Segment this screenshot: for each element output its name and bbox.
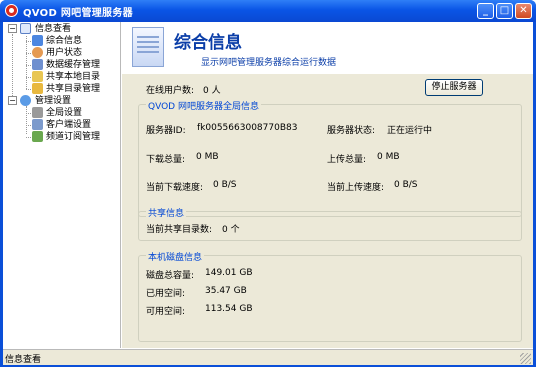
cache-icon bbox=[32, 59, 43, 70]
close-button[interactable]: ✕ bbox=[515, 3, 532, 19]
page-header: 综合信息 显示网吧管理服务器综合运行数据 bbox=[122, 22, 533, 74]
collapse-toggle-icon[interactable]: − bbox=[8, 24, 17, 33]
share-folder-icon bbox=[32, 71, 43, 82]
group-title: 本机磁盘信息 bbox=[146, 250, 205, 263]
tree-item-overview[interactable]: 综合信息 bbox=[26, 35, 119, 47]
tree-item-label: 综合信息 bbox=[46, 36, 83, 46]
server-status-value: 正在运行中 bbox=[387, 126, 433, 136]
share-dir-count-value: 0 个 bbox=[222, 225, 240, 235]
disk-free-value: 113.54 GB bbox=[205, 304, 253, 314]
online-users-value: 0 人 bbox=[203, 86, 221, 96]
collapse-toggle-icon[interactable]: − bbox=[8, 96, 17, 105]
stop-server-button[interactable]: 停止服务器 bbox=[425, 79, 483, 96]
server-id-value: fk0055663008770B83 bbox=[197, 123, 298, 133]
channel-icon bbox=[32, 131, 43, 142]
document-icon bbox=[20, 23, 31, 34]
disk-total-label: 磁盘总容量: bbox=[146, 271, 195, 281]
tree-item-global-settings[interactable]: 全局设置 bbox=[26, 107, 119, 119]
minimize-button[interactable]: _ bbox=[477, 3, 494, 19]
disk-used-value: 35.47 GB bbox=[205, 286, 247, 296]
tree-item-label: 全局设置 bbox=[46, 108, 83, 118]
tree-node-label: 信息查看 bbox=[35, 24, 72, 34]
app-window: QVOD 网吧管理服务器 _ □ ✕ − 信息查看 综合信息 用户状态 数据缓存… bbox=[0, 0, 536, 367]
share-info-group: 共享信息 当前共享目录数: 0 个 bbox=[138, 206, 522, 241]
tree-item-channel-subscription[interactable]: 频道订阅管理 bbox=[26, 131, 119, 143]
page-subtitle: 显示网吧管理服务器综合运行数据 bbox=[201, 58, 337, 68]
upload-speed-value: 0 B/S bbox=[394, 180, 418, 190]
server-status-label: 服务器状态: bbox=[327, 126, 376, 136]
share-dir-count-label: 当前共享目录数: bbox=[146, 225, 213, 235]
app-logo-icon bbox=[5, 4, 18, 17]
document-icon bbox=[132, 27, 164, 67]
window-title: QVOD 网吧管理服务器 bbox=[23, 8, 133, 19]
disk-total-value: 149.01 GB bbox=[205, 268, 253, 278]
tree-item-share-local-dir[interactable]: 共享本地目录 bbox=[26, 71, 119, 83]
info-icon bbox=[32, 35, 43, 46]
user-icon bbox=[32, 47, 43, 58]
tree-item-label: 用户状态 bbox=[46, 48, 83, 58]
group-title: 共享信息 bbox=[146, 206, 187, 219]
upload-total-value: 0 MB bbox=[377, 152, 400, 162]
tree-item-user-status[interactable]: 用户状态 bbox=[26, 47, 119, 59]
navigation-tree[interactable]: − 信息查看 综合信息 用户状态 数据缓存管理 共享本地目录 共享目录管理 − … bbox=[3, 22, 121, 348]
tree-item-cache-management[interactable]: 数据缓存管理 bbox=[26, 59, 119, 71]
tree-node-label: 管理设置 bbox=[35, 96, 72, 106]
status-text: 信息查看 bbox=[5, 355, 42, 365]
maximize-button[interactable]: □ bbox=[496, 3, 513, 19]
tree-item-share-dir-management[interactable]: 共享目录管理 bbox=[26, 83, 119, 95]
folder-icon bbox=[32, 83, 43, 94]
status-bar: 信息查看 bbox=[3, 349, 533, 365]
group-title: QVOD 网吧服务器全局信息 bbox=[146, 99, 261, 112]
page-title: 综合信息 bbox=[174, 33, 242, 53]
tree-item-client-settings[interactable]: 客户端设置 bbox=[26, 119, 119, 131]
server-id-label: 服务器ID: bbox=[146, 126, 186, 136]
globe-icon bbox=[20, 95, 31, 106]
resize-grip-icon[interactable] bbox=[520, 353, 531, 364]
disk-used-label: 已用空间: bbox=[146, 289, 186, 299]
download-speed-value: 0 B/S bbox=[213, 180, 237, 190]
online-users-label: 在线用户数: bbox=[146, 86, 195, 96]
server-info-group: QVOD 网吧服务器全局信息 服务器ID: fk0055663008770B83… bbox=[138, 99, 522, 217]
upload-speed-label: 当前上传速度: bbox=[327, 183, 385, 193]
tree-node-info-view[interactable]: − 信息查看 bbox=[7, 23, 117, 35]
disk-free-label: 可用空间: bbox=[146, 307, 186, 317]
tree-item-label: 数据缓存管理 bbox=[46, 60, 101, 70]
tools-icon bbox=[32, 107, 43, 118]
tree-item-label: 共享目录管理 bbox=[46, 84, 101, 94]
download-speed-label: 当前下载速度: bbox=[146, 183, 204, 193]
upload-total-label: 上传总量: bbox=[327, 155, 367, 165]
main-panel: 综合信息 显示网吧管理服务器综合运行数据 在线用户数: 0 人 停止服务器 QV… bbox=[122, 22, 533, 348]
download-total-label: 下载总量: bbox=[146, 155, 186, 165]
title-bar[interactable]: QVOD 网吧管理服务器 _ □ ✕ bbox=[0, 0, 536, 22]
client-area: − 信息查看 综合信息 用户状态 数据缓存管理 共享本地目录 共享目录管理 − … bbox=[3, 22, 533, 365]
client-icon bbox=[32, 119, 43, 130]
tree-node-management-settings[interactable]: − 管理设置 bbox=[7, 95, 117, 107]
tree-item-label: 共享本地目录 bbox=[46, 72, 101, 82]
disk-info-group: 本机磁盘信息 磁盘总容量: 149.01 GB 已用空间: 35.47 GB 可… bbox=[138, 250, 522, 342]
download-total-value: 0 MB bbox=[196, 152, 219, 162]
tree-item-label: 频道订阅管理 bbox=[46, 132, 101, 142]
tree-item-label: 客户端设置 bbox=[46, 120, 92, 130]
